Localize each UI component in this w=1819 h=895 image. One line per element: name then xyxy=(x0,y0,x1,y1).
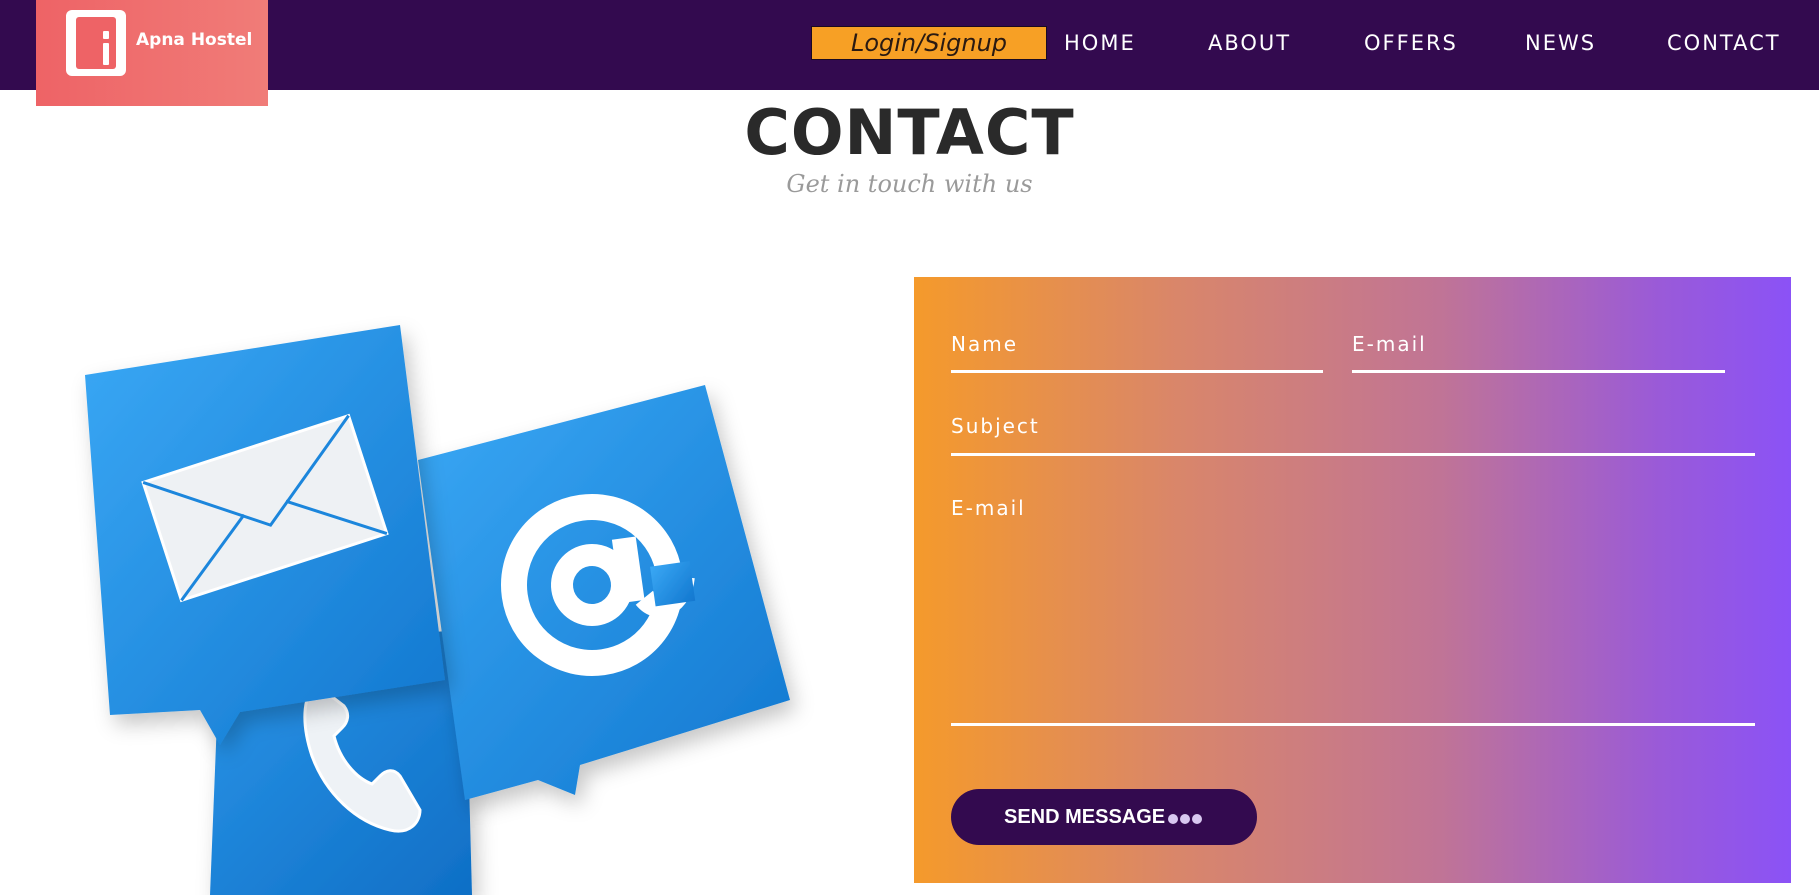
logo[interactable]: Apna Hostel xyxy=(36,0,268,106)
email-field[interactable]: E-mail xyxy=(1352,332,1427,356)
contact-form: Name E-mail Subject E-mail SEND MESSAGE xyxy=(914,277,1791,883)
nav-home[interactable]: HOME xyxy=(1064,31,1136,55)
subject-field-underline xyxy=(951,453,1755,456)
subject-field[interactable]: Subject xyxy=(951,414,1040,438)
nav-about[interactable]: ABOUT xyxy=(1208,31,1291,55)
top-navbar: HOME ABOUT OFFERS NEWS CONTACT Login/Sig… xyxy=(0,0,1819,90)
nav-news[interactable]: NEWS xyxy=(1525,31,1596,55)
envelope-icon xyxy=(85,325,445,745)
logo-text: Apna Hostel xyxy=(136,30,253,50)
send-message-label: SEND MESSAGE xyxy=(1004,806,1166,828)
login-signup-button[interactable]: Login/Signup xyxy=(811,26,1047,60)
email-field-underline xyxy=(1352,370,1725,373)
name-field[interactable]: Name xyxy=(951,332,1018,356)
hostel-logo-icon xyxy=(66,10,126,76)
send-message-button[interactable]: SEND MESSAGE xyxy=(951,789,1257,845)
name-field-underline xyxy=(951,370,1323,373)
at-sign-icon xyxy=(418,385,790,800)
message-textarea-underline xyxy=(951,723,1755,726)
nav-contact[interactable]: CONTACT xyxy=(1667,31,1781,55)
message-textarea[interactable]: E-mail xyxy=(951,496,1026,520)
contact-illustration xyxy=(60,290,820,895)
page-subtitle: Get in touch with us xyxy=(786,170,1033,198)
nav-offers[interactable]: OFFERS xyxy=(1364,31,1458,55)
dots-icon xyxy=(1168,811,1204,829)
page-title: CONTACT xyxy=(744,96,1075,169)
